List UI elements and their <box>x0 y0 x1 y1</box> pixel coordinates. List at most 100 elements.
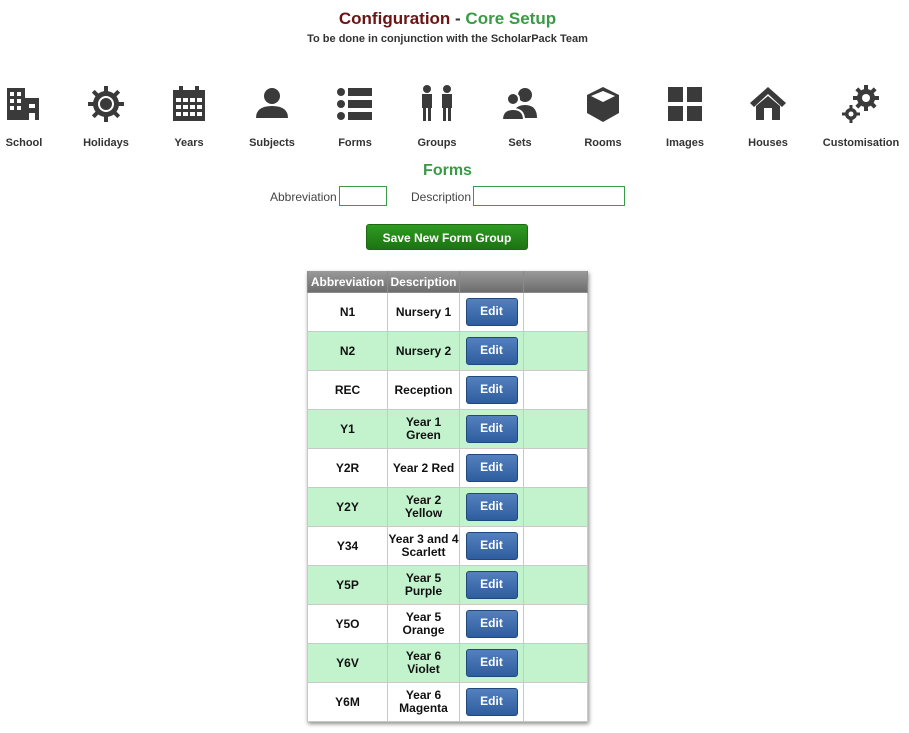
cube-icon <box>583 84 623 124</box>
nav-label: Groups <box>417 137 457 149</box>
abbreviation-input[interactable] <box>339 186 387 206</box>
table-row: N2 Nursery 2 Edit <box>307 331 588 371</box>
table-row: Y2Y Year 2 Yellow Edit <box>307 487 588 527</box>
abbreviation-cell: Y1 <box>307 409 388 449</box>
page-subtitle: To be done in conjunction with the Schol… <box>307 33 588 45</box>
abbreviation-cell: Y5P <box>307 565 388 605</box>
edit-button[interactable]: Edit <box>465 532 518 560</box>
building-icon <box>4 84 44 124</box>
title-configuration: Configuration <box>338 9 451 28</box>
action-cell: Edit <box>459 448 524 488</box>
edit-button[interactable]: Edit <box>465 337 518 365</box>
house-icon <box>748 84 788 124</box>
abbreviation-cell: Y5O <box>307 604 388 644</box>
abbreviation-label: Abbreviation <box>270 190 337 204</box>
column-header-description: Description <box>387 271 460 293</box>
empty-cell <box>523 604 588 644</box>
action-cell: Edit <box>459 643 524 683</box>
description-cell: Year 6 Violet <box>387 643 460 683</box>
nav-label: Images <box>666 137 704 149</box>
table-header-row: Abbreviation Description <box>307 271 588 293</box>
description-cell: Year 6 Magenta <box>387 682 460 722</box>
nav-school[interactable]: School <box>0 84 69 149</box>
nav-forms[interactable]: Forms <box>310 84 400 149</box>
nav-subjects[interactable]: Subjects <box>227 84 317 149</box>
nav-label: Years <box>174 137 204 149</box>
edit-button[interactable]: Edit <box>465 649 518 677</box>
table-row: N1 Nursery 1 Edit <box>307 292 588 332</box>
page-title: Configuration - Core Setup <box>0 8 895 30</box>
nav-label: Subjects <box>249 137 295 149</box>
people-icon <box>417 84 457 124</box>
nav-years[interactable]: Years <box>144 84 234 149</box>
nav-customisation[interactable]: Customisation <box>816 84 906 149</box>
config-nav: School Holidays Years Subjects Forms Gro… <box>0 84 909 154</box>
abbreviation-cell: Y6V <box>307 643 388 683</box>
description-cell: Nursery 2 <box>387 331 460 371</box>
table-row: Y2R Year 2 Red Edit <box>307 448 588 488</box>
edit-button[interactable]: Edit <box>465 493 518 521</box>
table-row: Y5P Year 5 Purple Edit <box>307 565 588 605</box>
edit-button[interactable]: Edit <box>465 298 518 326</box>
nav-images[interactable]: Images <box>640 84 730 149</box>
column-header-extra <box>523 271 588 293</box>
action-cell: Edit <box>459 409 524 449</box>
edit-button[interactable]: Edit <box>465 415 518 443</box>
empty-cell <box>523 292 588 332</box>
edit-button[interactable]: Edit <box>465 610 518 638</box>
abbreviation-cell: Y6M <box>307 682 388 722</box>
description-cell: Reception <box>387 370 460 410</box>
users-icon <box>500 84 540 124</box>
action-cell: Edit <box>459 292 524 332</box>
column-header-abbreviation: Abbreviation <box>307 271 388 293</box>
person-icon <box>252 84 292 124</box>
action-cell: Edit <box>459 682 524 722</box>
edit-button[interactable]: Edit <box>465 376 518 404</box>
nav-label: Rooms <box>584 137 622 149</box>
table-row: REC Reception Edit <box>307 370 588 410</box>
nav-houses[interactable]: Houses <box>723 84 813 149</box>
empty-cell <box>523 448 588 488</box>
abbreviation-cell: Y2R <box>307 448 388 488</box>
nav-label: Houses <box>748 137 788 149</box>
description-cell: Year 2 Yellow <box>387 487 460 527</box>
abbreviation-cell: Y34 <box>307 526 388 566</box>
description-cell: Nursery 1 <box>387 292 460 332</box>
forms-table: Abbreviation Description N1 Nursery 1 Ed… <box>307 271 588 722</box>
nav-sets[interactable]: Sets <box>475 84 565 149</box>
empty-cell <box>523 331 588 371</box>
abbreviation-cell: N1 <box>307 292 388 332</box>
description-cell: Year 1 Green <box>387 409 460 449</box>
save-new-form-group-button[interactable]: Save New Form Group <box>366 224 528 250</box>
nav-holidays[interactable]: Holidays <box>61 84 151 149</box>
list-icon <box>335 84 375 124</box>
page-header: Configuration - Core Setup To be done in… <box>0 8 895 45</box>
action-cell: Edit <box>459 565 524 605</box>
action-cell: Edit <box>459 604 524 644</box>
edit-button[interactable]: Edit <box>465 454 518 482</box>
sun-icon <box>86 84 126 124</box>
column-header-edit <box>459 271 524 293</box>
table-row: Y6V Year 6 Violet Edit <box>307 643 588 683</box>
nav-label: Sets <box>508 137 532 149</box>
empty-cell <box>523 682 588 722</box>
table-row: Y1 Year 1 Green Edit <box>307 409 588 449</box>
empty-cell <box>523 409 588 449</box>
new-form-group-fields: Abbreviation Description <box>0 186 909 208</box>
description-input[interactable] <box>473 186 625 206</box>
description-cell: Year 2 Red <box>387 448 460 488</box>
table-row: Y34 Year 3 and 4 Scarlett Edit <box>307 526 588 566</box>
edit-button[interactable]: Edit <box>465 571 518 599</box>
section-heading-forms: Forms <box>423 162 472 179</box>
nav-groups[interactable]: Groups <box>392 84 482 149</box>
title-separator: - <box>450 9 466 28</box>
calendar-icon <box>169 84 209 124</box>
action-cell: Edit <box>459 487 524 527</box>
title-core-setup: Core Setup <box>465 9 557 28</box>
nav-rooms[interactable]: Rooms <box>558 84 648 149</box>
abbreviation-cell: Y2Y <box>307 487 388 527</box>
description-label: Description <box>411 190 472 204</box>
edit-button[interactable]: Edit <box>465 688 518 716</box>
grid-icon <box>665 84 705 124</box>
empty-cell <box>523 487 588 527</box>
